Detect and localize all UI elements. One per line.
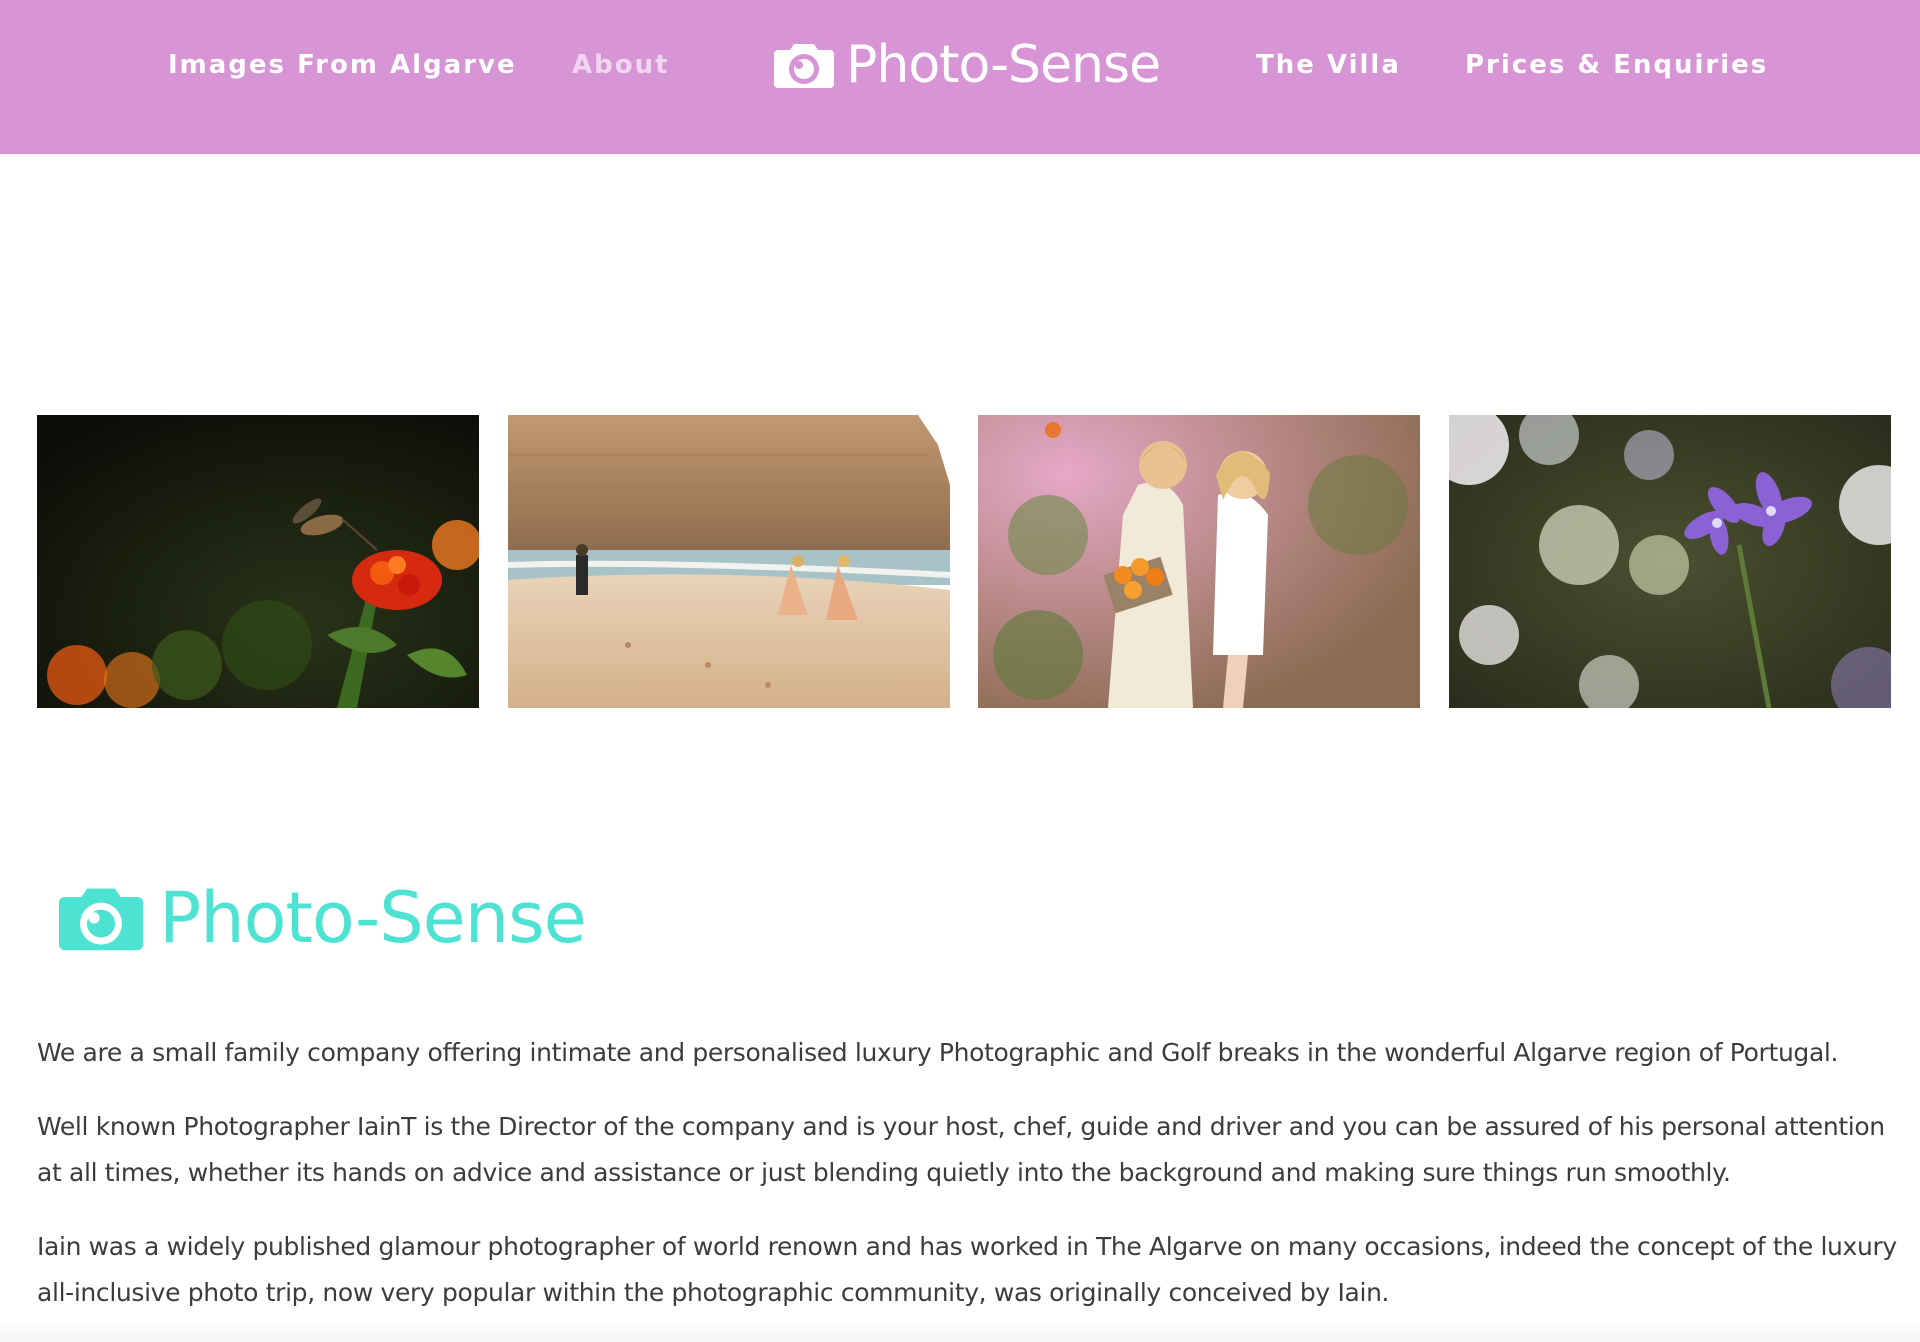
site-header: Images From Algarve About Photo-Sense Th… — [0, 0, 1920, 154]
about-logo-text: Photo-Sense — [159, 877, 587, 959]
models-grove-photo — [978, 415, 1420, 708]
bottom-fade — [0, 1320, 1920, 1342]
nav-prices-enquiries[interactable]: Prices & Enquiries — [1465, 48, 1768, 82]
moth-flower-photo — [37, 415, 479, 708]
nav-images-from-algarve[interactable]: Images From Algarve — [168, 48, 517, 82]
about-paragraph-1: We are a small family company offering i… — [37, 1038, 1839, 1067]
about-text: We are a small family company offering i… — [37, 1030, 1897, 1342]
camera-icon — [59, 888, 143, 951]
gallery-image-models[interactable] — [978, 415, 1420, 708]
image-gallery — [37, 415, 1891, 708]
beach-photo — [508, 415, 950, 708]
about-paragraph-3: Iain was a widely published glamour phot… — [37, 1232, 1897, 1307]
purple-flower-photo — [1449, 415, 1891, 708]
header-logo-text: Photo-Sense — [846, 35, 1161, 95]
about-logo: Photo-Sense — [55, 876, 615, 960]
gallery-image-beach[interactable] — [508, 415, 950, 708]
about-paragraph-2: Well known Photographer IainT is the Dir… — [37, 1112, 1885, 1187]
camera-icon — [774, 44, 834, 88]
header-logo[interactable]: Photo-Sense — [772, 34, 1172, 96]
nav-about[interactable]: About — [572, 48, 670, 82]
gallery-image-flower[interactable] — [1449, 415, 1891, 708]
nav-the-villa[interactable]: The Villa — [1256, 48, 1401, 82]
gallery-image-moth[interactable] — [37, 415, 479, 708]
